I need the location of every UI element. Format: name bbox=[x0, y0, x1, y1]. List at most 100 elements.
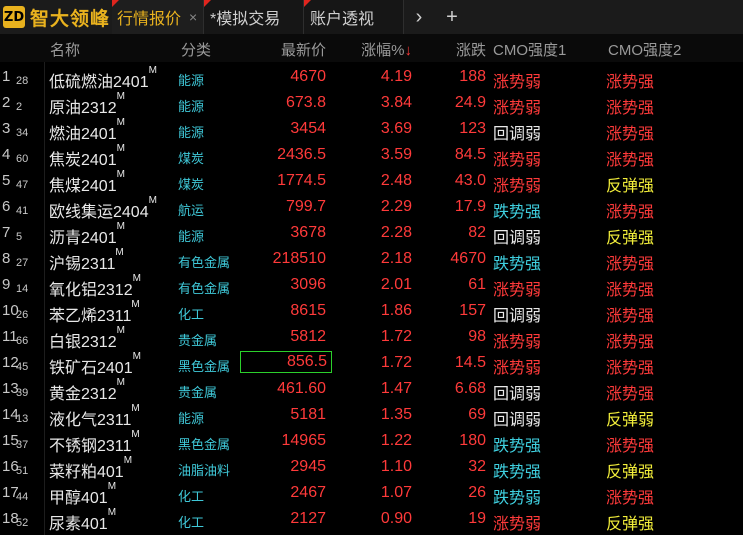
pct-change: 1.86 bbox=[380, 302, 412, 319]
table-row[interactable]: 12 45 铁矿石2401M 黑色金属 856.5 1.72 14.5 涨势弱 涨势强 bbox=[0, 350, 743, 377]
contract-name-text: 氧化铝2312 bbox=[49, 282, 133, 299]
last-price: 8615 bbox=[290, 302, 326, 319]
pct-change: 1.72 bbox=[380, 328, 412, 345]
chevron-right-icon[interactable]: › bbox=[406, 0, 432, 34]
tab-marker-icon bbox=[304, 0, 311, 7]
table-row[interactable]: 15 37 不锈钢2311M 黑色金属 14965 1.22 180 跌势强 涨势强 bbox=[0, 428, 743, 455]
header-change[interactable]: 涨跌 bbox=[456, 39, 486, 60]
row-index: 8 bbox=[2, 250, 11, 267]
cmo-strength-1: 跌势强 bbox=[493, 464, 542, 481]
table-row[interactable]: 11 66 白银2312M 贵金属 5812 1.72 98 涨势弱 涨势强 bbox=[0, 324, 743, 351]
tab-marker-icon bbox=[112, 0, 119, 7]
contract-name-text: 沥青2401 bbox=[49, 230, 117, 247]
change: 26 bbox=[468, 484, 486, 501]
change: 4670 bbox=[450, 250, 486, 267]
pct-change: 2.29 bbox=[380, 198, 412, 215]
cmo-strength-2: 反弹强 bbox=[606, 464, 655, 481]
contract-name: 尿素401M bbox=[49, 507, 116, 534]
contract-name-text: 欧线集运2404 bbox=[49, 204, 149, 221]
pct-change: 1.10 bbox=[380, 458, 412, 475]
last-price: 2467 bbox=[290, 484, 326, 501]
pct-change: 2.48 bbox=[380, 172, 412, 189]
cmo-strength-1: 回调弱 bbox=[493, 412, 542, 429]
table-row[interactable]: 8 27 沪锡2311M 有色金属 218510 2.18 4670 跌势强 涨势强 bbox=[0, 246, 743, 273]
table-row[interactable]: 18 52 尿素401M 化工 2127 0.90 19 涨势弱 反弹强 bbox=[0, 506, 743, 534]
cmo-strength-2: 涨势强 bbox=[606, 152, 655, 169]
last-price: 673.8 bbox=[285, 94, 326, 111]
header-name[interactable]: 名称 bbox=[50, 39, 80, 60]
pct-change: 2.01 bbox=[380, 276, 412, 293]
last-price: 14965 bbox=[281, 432, 327, 449]
row-subindex: 60 bbox=[16, 153, 29, 165]
table-row[interactable]: 4 60 焦炭2401M 煤炭 2436.5 3.59 84.5 涨势弱 涨势强 bbox=[0, 142, 743, 169]
table-row[interactable]: 17 44 甲醇401M 化工 2467 1.07 26 跌势弱 涨势强 bbox=[0, 480, 743, 508]
last-price: 2945 bbox=[290, 458, 326, 475]
change: 123 bbox=[459, 120, 486, 137]
pct-change: 3.69 bbox=[380, 120, 412, 137]
change: 6.68 bbox=[454, 380, 486, 397]
main-contract-mark: M bbox=[132, 273, 141, 284]
contract-name: 低硫燃油2401M bbox=[49, 65, 157, 92]
pct-change: 1.72 bbox=[380, 354, 412, 371]
add-tab-icon[interactable]: + bbox=[438, 0, 466, 34]
category: 能源 bbox=[178, 99, 205, 114]
cmo-strength-1: 涨势弱 bbox=[493, 360, 542, 377]
table-row[interactable]: 6 41 欧线集运2404M 航运 799.7 2.29 17.9 跌势强 涨势强 bbox=[0, 194, 743, 221]
contract-name-text: 铁矿石2401 bbox=[49, 360, 133, 377]
table-row[interactable]: 13 39 黄金2312M 贵金属 461.60 1.47 6.68 回调弱 涨势强 bbox=[0, 376, 743, 403]
row-subindex: 34 bbox=[16, 127, 29, 139]
pct-change: 1.22 bbox=[380, 432, 412, 449]
change: 98 bbox=[468, 328, 486, 345]
change: 32 bbox=[468, 458, 486, 475]
category: 能源 bbox=[178, 411, 205, 426]
category: 贵金属 bbox=[178, 385, 218, 400]
last-price: 2436.5 bbox=[277, 146, 326, 163]
header-pct-change[interactable]: 涨幅%↓ bbox=[361, 39, 412, 60]
cmo-strength-2: 涨势强 bbox=[606, 100, 655, 117]
category: 有色金属 bbox=[178, 255, 231, 270]
contract-name-text: 原油2312 bbox=[49, 100, 117, 117]
table-row[interactable]: 14 13 液化气2311M 能源 5181 1.35 69 回调弱 反弹弱 bbox=[0, 402, 743, 429]
row-subindex: 52 bbox=[16, 517, 29, 529]
main-contract-mark: M bbox=[131, 299, 140, 310]
table-row[interactable]: 7 5 沥青2401M 能源 3678 2.28 82 回调弱 反弹强 bbox=[0, 220, 743, 247]
change: 17.9 bbox=[454, 198, 486, 215]
table-row[interactable]: 16 51 菜籽粕401M 油脂油料 2945 1.10 32 跌势强 反弹强 bbox=[0, 454, 743, 481]
main-contract-mark: M bbox=[116, 325, 125, 336]
header-cmo2[interactable]: CMO强度2 bbox=[608, 39, 681, 60]
main-contract-mark: M bbox=[115, 247, 124, 258]
last-price: 856.5 bbox=[240, 351, 332, 373]
change: 84.5 bbox=[454, 146, 486, 163]
pct-change: 1.07 bbox=[380, 484, 412, 501]
contract-name-text: 焦炭2401 bbox=[49, 152, 117, 169]
row-subindex: 28 bbox=[16, 75, 29, 87]
contract-name-text: 白银2312 bbox=[49, 334, 117, 351]
cmo-strength-2: 涨势强 bbox=[606, 438, 655, 455]
tab-label: 账户透视 bbox=[310, 11, 375, 28]
cmo-strength-2: 涨势强 bbox=[606, 282, 655, 299]
close-icon[interactable]: × bbox=[189, 9, 197, 25]
tab-market-quotes[interactable]: 行情报价 × bbox=[112, 0, 204, 34]
cmo-strength-1: 涨势弱 bbox=[493, 282, 542, 299]
table-row[interactable]: 10 26 苯乙烯2311M 化工 8615 1.86 157 回调弱 涨势强 bbox=[0, 298, 743, 326]
tab-account-view[interactable]: 账户透视 bbox=[304, 0, 404, 34]
header-price[interactable]: 最新价 bbox=[281, 39, 326, 60]
last-price: 3096 bbox=[290, 276, 326, 293]
change: 43.0 bbox=[454, 172, 486, 189]
table-row[interactable]: 2 2 原油2312M 能源 673.8 3.84 24.9 涨势弱 涨势强 bbox=[0, 90, 743, 117]
table-row[interactable]: 9 14 氧化铝2312M 有色金属 3096 2.01 61 涨势弱 涨势强 bbox=[0, 272, 743, 299]
row-index: 5 bbox=[2, 172, 11, 189]
contract-name: 甲醇401M bbox=[49, 481, 116, 508]
contract-name: 苯乙烯2311M bbox=[49, 299, 140, 326]
header-cmo1[interactable]: CMO强度1 bbox=[493, 39, 566, 60]
pct-change: 0.90 bbox=[380, 510, 412, 527]
contract-name-text: 沪锡2311 bbox=[49, 256, 116, 273]
table-row[interactable]: 3 34 燃油2401M 能源 3454 3.69 123 回调弱 涨势强 bbox=[0, 116, 743, 143]
cmo-strength-1: 回调弱 bbox=[493, 386, 542, 403]
table-row[interactable]: 1 28 低硫燃油2401M 能源 4670 4.19 188 涨势弱 涨势强 bbox=[0, 64, 743, 92]
cmo-strength-1: 涨势弱 bbox=[493, 100, 542, 117]
table-row[interactable]: 5 47 焦煤2401M 煤炭 1774.5 2.48 43.0 涨势弱 反弹强 bbox=[0, 168, 743, 195]
tab-simulated-trading[interactable]: *模拟交易 bbox=[204, 0, 304, 34]
header-category[interactable]: 分类 bbox=[181, 39, 211, 60]
main-contract-mark: M bbox=[116, 143, 125, 154]
